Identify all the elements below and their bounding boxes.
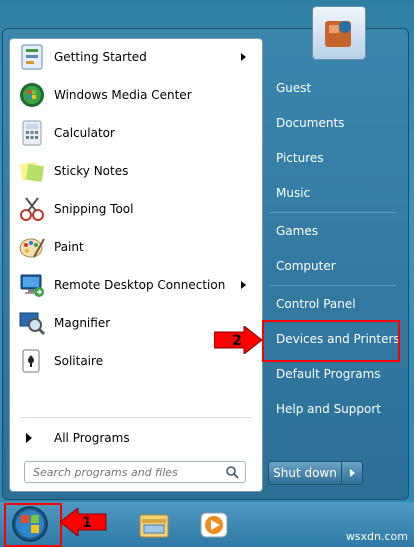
program-label: Getting Started — [54, 50, 147, 64]
divider — [20, 417, 252, 418]
program-label: Magnifier — [54, 316, 111, 330]
right-item-documents[interactable]: Documents — [270, 112, 406, 134]
sticky-notes-icon — [16, 155, 48, 187]
shutdown-label: Shut down — [273, 466, 337, 480]
shutdown-button[interactable]: Shut down — [268, 461, 342, 485]
user-picture[interactable] — [312, 6, 366, 60]
right-item-pictures[interactable]: Pictures — [270, 147, 406, 169]
right-arrow-icon — [349, 469, 355, 477]
programs-pane: Getting Started Windows Media Center Cal… — [9, 38, 263, 492]
media-player-taskbar-icon[interactable] — [196, 509, 232, 541]
program-getting-started[interactable]: Getting Started — [16, 39, 254, 75]
magnifier-icon — [16, 307, 48, 339]
program-calculator[interactable]: Calculator — [16, 115, 254, 151]
right-item-guest[interactable]: Guest — [270, 77, 406, 99]
right-item-games[interactable]: Games — [270, 220, 406, 242]
program-remote-desktop-connection[interactable]: Remote Desktop Connection — [16, 267, 254, 303]
right-item-control-panel[interactable]: Control Panel — [270, 293, 406, 315]
callout-2: 2 — [214, 326, 264, 354]
all-programs-label: All Programs — [54, 431, 130, 445]
callout-number: 1 — [82, 515, 92, 531]
program-snipping-tool[interactable]: Snipping Tool — [16, 191, 254, 227]
callout-1: 1 — [60, 508, 108, 536]
shutdown-options-button[interactable] — [341, 461, 363, 485]
program-sticky-notes[interactable]: Sticky Notes — [16, 153, 254, 189]
left-arrow-icon: 1 — [60, 508, 107, 536]
divider — [270, 212, 396, 213]
right-arrow-icon — [26, 433, 32, 443]
callout-number: 2 — [232, 333, 242, 349]
snipping-tool-icon — [16, 193, 48, 225]
program-windows-media-center[interactable]: Windows Media Center — [16, 77, 254, 113]
media-center-icon — [16, 79, 48, 111]
program-label: Sticky Notes — [54, 164, 129, 178]
right-arrow-icon: 2 — [214, 326, 263, 354]
search-icon[interactable] — [225, 465, 239, 482]
submenu-arrow-icon — [241, 281, 246, 289]
divider — [270, 285, 396, 286]
program-label: Windows Media Center — [54, 88, 192, 102]
program-label: Solitaire — [54, 354, 104, 368]
right-item-help-and-support[interactable]: Help and Support — [270, 398, 406, 420]
all-programs-button[interactable]: All Programs — [16, 427, 254, 449]
submenu-arrow-icon — [241, 53, 246, 61]
search-input[interactable] — [31, 462, 225, 482]
calculator-icon — [16, 117, 48, 149]
search-box[interactable] — [24, 461, 246, 483]
right-item-music[interactable]: Music — [270, 182, 406, 204]
highlight-start-button — [4, 503, 62, 547]
program-label: Snipping Tool — [54, 202, 134, 216]
getting-started-icon — [16, 41, 48, 73]
program-paint[interactable]: Paint — [16, 229, 254, 265]
right-item-default-programs[interactable]: Default Programs — [270, 363, 406, 385]
user-picture-icon — [325, 21, 351, 47]
solitaire-icon — [16, 345, 48, 377]
program-label: Remote Desktop Connection — [54, 278, 226, 292]
paint-icon — [16, 231, 48, 263]
watermark: wsxdn.com — [345, 530, 408, 543]
explorer-taskbar-icon[interactable] — [136, 509, 172, 541]
right-item-computer[interactable]: Computer — [270, 255, 406, 277]
remote-desktop-icon — [16, 269, 48, 301]
program-label: Calculator — [54, 126, 115, 140]
program-label: Paint — [54, 240, 84, 254]
highlight-devices-and-printers — [262, 320, 400, 362]
